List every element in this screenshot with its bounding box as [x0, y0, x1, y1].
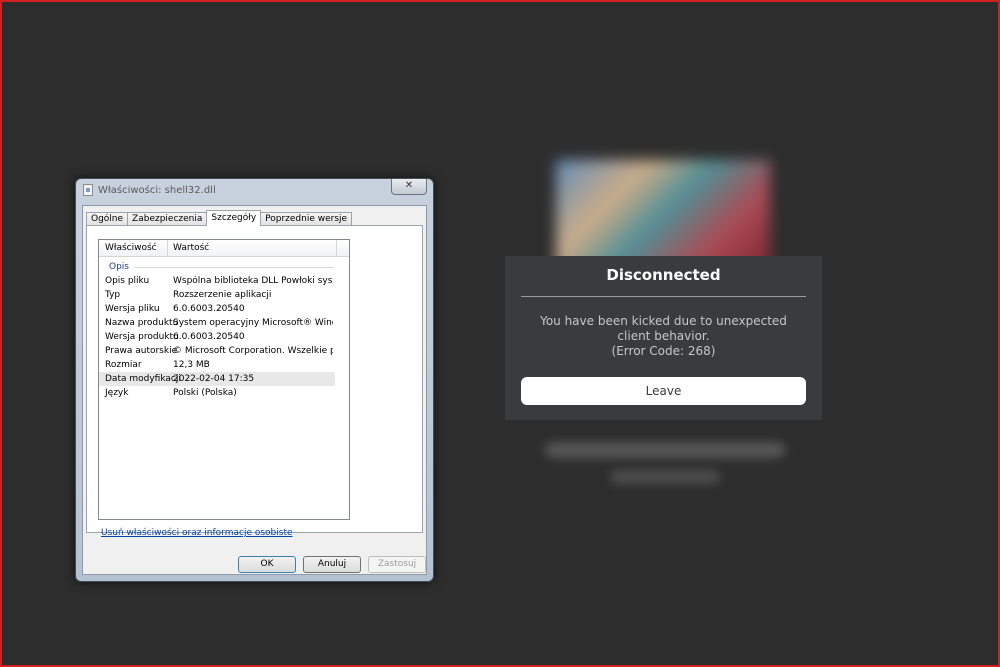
window-body: Ogólne Zabezpieczenia Szczegóły Poprzedn…: [82, 205, 427, 575]
row-key: Wersja pliku: [105, 304, 160, 314]
table-row[interactable]: Język Polski (Polska): [99, 386, 335, 400]
tab-strip: Ogólne Zabezpieczenia Szczegóły Poprzedn…: [86, 210, 353, 226]
disconnected-dialog: Disconnected You have been kicked due to…: [505, 256, 822, 420]
disconnected-divider: [521, 296, 806, 297]
close-button[interactable]: ✕: [391, 179, 427, 195]
details-list[interactable]: Właściwość Wartość Opis Opis pliku Wspól…: [98, 239, 350, 520]
row-key: Prawa autorskie: [105, 346, 178, 356]
row-value: © Microsoft Corporation. Wszelkie praw..…: [173, 346, 333, 356]
table-row[interactable]: Rozmiar 12,3 MB: [99, 358, 335, 372]
blurred-subtitle: [545, 442, 785, 458]
row-value: 12,3 MB: [173, 360, 210, 370]
table-row[interactable]: Wersja produktu 6.0.6003.20540: [99, 330, 335, 344]
row-key: Język: [105, 388, 129, 398]
tab-previous-versions[interactable]: Poprzednie wersje: [260, 212, 353, 226]
row-value: Rozszerzenie aplikacji: [173, 290, 272, 300]
row-key: Wersja produktu: [105, 332, 179, 342]
row-key: Rozmiar: [105, 360, 142, 370]
row-value: 6.0.6003.20540: [173, 332, 245, 342]
leave-button[interactable]: Leave: [521, 377, 806, 405]
apply-button: Zastosuj: [368, 556, 426, 573]
table-row[interactable]: Prawa autorskie © Microsoft Corporation.…: [99, 344, 335, 358]
blurred-subtitle-2: [610, 470, 720, 484]
row-value: 2022-02-04 17:35: [173, 374, 255, 384]
properties-window: Właściwości: shell32.dll ✕ Ogólne Zabezp…: [75, 178, 434, 582]
group-label-description: Opis: [109, 262, 129, 272]
table-row[interactable]: Wersja pliku 6.0.6003.20540: [99, 302, 335, 316]
table-row[interactable]: Typ Rozszerzenie aplikacji: [99, 288, 335, 302]
disconnected-error-code: (Error Code: 268): [611, 344, 716, 358]
cancel-button[interactable]: Anuluj: [303, 556, 361, 573]
window-titlebar[interactable]: Właściwości: shell32.dll ✕: [76, 179, 433, 201]
row-key: Opis pliku: [105, 276, 150, 286]
disconnected-message: You have been kicked due to unexpected c…: [540, 314, 787, 343]
column-header-value[interactable]: Wartość: [173, 243, 209, 253]
row-key: Typ: [105, 290, 121, 300]
tab-general[interactable]: Ogólne: [86, 212, 129, 226]
group-divider: [134, 267, 334, 268]
file-icon: [83, 184, 93, 196]
column-separator: [167, 240, 168, 257]
ok-button[interactable]: OK: [238, 556, 296, 573]
table-row[interactable]: Nazwa produktu System operacyjny Microso…: [99, 316, 335, 330]
table-row-selected[interactable]: Data modyfikacji 2022-02-04 17:35: [99, 372, 335, 386]
details-panel: Właściwość Wartość Opis Opis pliku Wspól…: [86, 225, 423, 538]
row-value: Wspólna biblioteka DLL Powłoki system...: [173, 276, 333, 286]
disconnected-message-block: You have been kicked due to unexpected c…: [525, 314, 802, 359]
disconnected-title: Disconnected: [606, 266, 721, 284]
table-row[interactable]: Opis pliku Wspólna biblioteka DLL Powłok…: [99, 274, 335, 288]
tab-details[interactable]: Szczegóły: [206, 210, 262, 226]
row-value: System operacyjny Microsoft® Windows®: [173, 318, 333, 328]
row-value: 6.0.6003.20540: [173, 304, 245, 314]
row-value: Polski (Polska): [173, 388, 237, 398]
tab-security[interactable]: Zabezpieczenia: [127, 212, 208, 226]
row-key: Data modyfikacji: [105, 374, 181, 384]
remove-properties-link[interactable]: Usuń właściwości oraz informacje osobist…: [101, 528, 293, 538]
window-title: Właściwości: shell32.dll: [98, 185, 216, 196]
row-key: Nazwa produktu: [105, 318, 179, 328]
blurred-game-thumbnail: [556, 160, 770, 270]
column-separator: [336, 240, 337, 257]
list-header: Właściwość Wartość: [99, 240, 349, 257]
column-header-property[interactable]: Właściwość: [105, 243, 157, 253]
